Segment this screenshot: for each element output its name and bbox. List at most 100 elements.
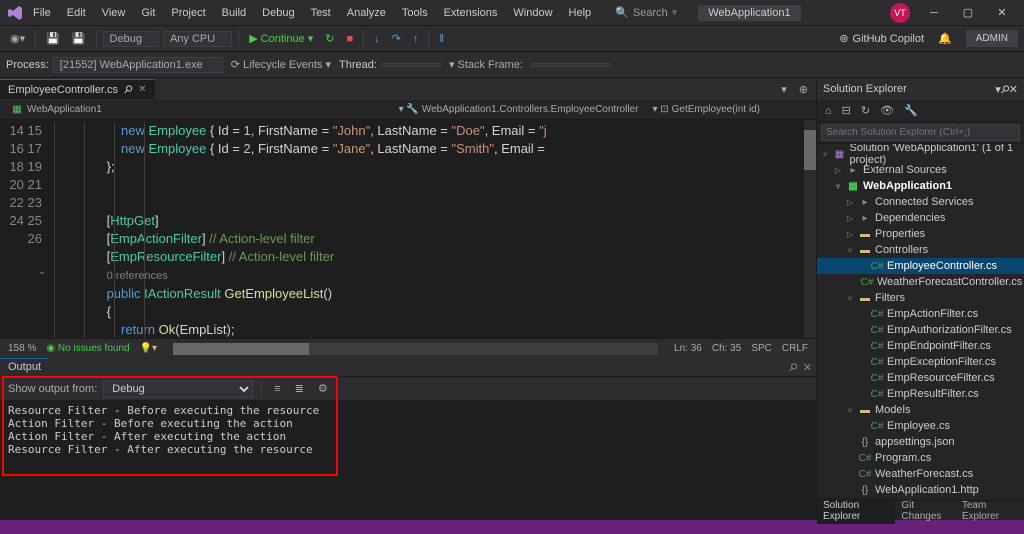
tree-item[interactable]: C#EmpResourceFilter.cs — [817, 370, 1024, 386]
debug-toolbar: Process: [21552] WebApplication1.exe ⟳ L… — [0, 52, 1024, 78]
preview-tab-icon[interactable]: ▾ — [777, 81, 791, 98]
menu-window[interactable]: Window — [506, 4, 559, 22]
editor-hscrollbar[interactable] — [173, 343, 658, 355]
zoom-level[interactable]: 158 % — [8, 343, 36, 354]
lightbulb-icon[interactable]: 💡▾ — [140, 343, 157, 354]
menu-extensions[interactable]: Extensions — [437, 4, 505, 22]
menu-build[interactable]: Build — [215, 4, 253, 22]
home-icon[interactable]: ⌂ — [821, 103, 836, 119]
tree-item[interactable]: C#EmployeeController.cs — [817, 258, 1024, 274]
tab-employee-controller[interactable]: EmployeeController.cs ⚲ ✕ — [0, 79, 155, 99]
save-button[interactable]: 💾 — [42, 30, 64, 47]
show-all-icon[interactable]: 👁 — [876, 102, 898, 119]
menu-help[interactable]: Help — [562, 4, 599, 22]
user-avatar[interactable]: VT — [890, 3, 910, 23]
step-into-button[interactable]: ↓ — [370, 31, 384, 47]
menu-analyze[interactable]: Analyze — [340, 4, 393, 22]
tab-overflow-icon[interactable]: ⊕ — [795, 81, 812, 98]
sync-icon[interactable]: ↻ — [857, 102, 874, 119]
tree-item[interactable]: C#WeatherForecastController.cs — [817, 274, 1024, 290]
stop-button[interactable]: ■ — [342, 31, 357, 47]
copilot-button[interactable]: ⊚ GitHub Copilot — [833, 29, 930, 48]
crumb-project[interactable]: ▦ WebApplication1 — [6, 102, 106, 118]
minimize-button[interactable]: ─ — [918, 1, 950, 25]
tree-item[interactable]: {}appsettings.json — [817, 434, 1024, 450]
output-source-dropdown[interactable]: Debug — [103, 380, 253, 398]
step-out-button[interactable]: ↑ — [409, 31, 423, 47]
fold-icon[interactable]: ⌄ — [38, 266, 46, 277]
close-window-button[interactable]: ✕ — [986, 1, 1018, 25]
lifecycle-events[interactable]: ⟳ Lifecycle Events ▾ — [227, 56, 335, 73]
thread-dropdown[interactable] — [381, 63, 441, 67]
close-panel-icon[interactable]: ✕ — [803, 361, 812, 374]
notifications-icon[interactable]: 🔔 — [934, 30, 956, 47]
output-settings-icon[interactable]: ⚙ — [314, 380, 332, 397]
step-over-button[interactable]: ↷ — [388, 30, 405, 47]
tree-item[interactable]: C#EmpEndpointFilter.cs — [817, 338, 1024, 354]
menu-git[interactable]: Git — [134, 4, 162, 22]
menu-file[interactable]: File — [26, 4, 58, 22]
process-dropdown[interactable]: [21552] WebApplication1.exe — [53, 57, 223, 73]
menu-tools[interactable]: Tools — [395, 4, 435, 22]
code-editor[interactable]: 14 15 16 17 18 19 20 21 22 23 24 25 26 ⌄… — [0, 120, 816, 338]
tab-solution-explorer[interactable]: Solution Explorer — [817, 498, 895, 524]
ref-icon: ▸ — [858, 211, 872, 225]
tree-item[interactable]: ▷▬Properties — [817, 226, 1024, 242]
tree-item[interactable]: ▿▬Filters — [817, 290, 1024, 306]
cursor-col: Ch: 35 — [712, 343, 741, 354]
tree-item[interactable]: {}WebApplication1.http — [817, 482, 1024, 498]
config-dropdown[interactable]: Debug — [103, 31, 159, 47]
cs-icon: C# — [870, 339, 884, 353]
line-gutter: 14 15 16 17 18 19 20 21 22 23 24 25 26 — [0, 120, 50, 338]
search-label: Search — [633, 7, 668, 19]
properties-icon[interactable]: 🔧 — [900, 102, 922, 119]
tree-item[interactable]: C#EmpExceptionFilter.cs — [817, 354, 1024, 370]
collapse-all-icon[interactable]: ⊟ — [838, 102, 855, 119]
nav-back-button[interactable]: ◉▾ — [6, 30, 29, 47]
solution-search-input[interactable] — [821, 124, 1020, 141]
search-box[interactable]: 🔍 Search ▾ — [608, 3, 684, 22]
tree-item[interactable]: C#EmpActionFilter.cs — [817, 306, 1024, 322]
pin-panel-icon[interactable]: ⚲ — [785, 360, 800, 375]
tree-item[interactable]: C#EmpAuthorizationFilter.cs — [817, 322, 1024, 338]
editor-pane: EmployeeController.cs ⚲ ✕ ▾ ⊕ ▦ WebAppli… — [0, 78, 816, 520]
output-text[interactable]: Resource Filter - Before executing the r… — [0, 400, 816, 520]
tree-item[interactable]: ▿▦WebApplication1 — [817, 178, 1024, 194]
crumb-class[interactable]: ▾ 🔧 WebApplication1.Controllers.Employee… — [395, 103, 643, 116]
menu-project[interactable]: Project — [164, 4, 212, 22]
tree-item[interactable]: C#EmpResultFilter.cs — [817, 386, 1024, 402]
issues-indicator[interactable]: ◉ No issues found — [46, 343, 129, 354]
crumb-method[interactable]: ▾ ⊡ GetEmployee(int id) — [648, 103, 764, 116]
tree-item[interactable]: C#WeatherForecast.cs — [817, 466, 1024, 482]
tree-item[interactable]: ▷▸Connected Services — [817, 194, 1024, 210]
pin-icon[interactable]: ⚲ — [121, 82, 136, 97]
menu-edit[interactable]: Edit — [60, 4, 93, 22]
tab-team-explorer[interactable]: Team Explorer — [956, 498, 1024, 524]
tree-item[interactable]: ▿▬Models — [817, 402, 1024, 418]
indent-mode: SPC — [751, 343, 772, 354]
menu-debug[interactable]: Debug — [255, 4, 301, 22]
maximize-button[interactable]: ▢ — [952, 1, 984, 25]
output-tab[interactable]: Output — [0, 358, 49, 376]
tree-item[interactable]: C#Employee.cs — [817, 418, 1024, 434]
tab-git-changes[interactable]: Git Changes — [895, 498, 955, 524]
platform-dropdown[interactable]: Any CPU — [163, 31, 232, 47]
search-icon: 🔍 — [615, 6, 629, 19]
tree-item[interactable]: C#Program.cs — [817, 450, 1024, 466]
menu-view[interactable]: View — [95, 4, 133, 22]
continue-button[interactable]: ▶ Continue ▾ — [245, 30, 317, 47]
restart-button[interactable]: ↻ — [321, 30, 338, 47]
tree-item[interactable]: ▿▬Controllers — [817, 242, 1024, 258]
pause-button[interactable]: ‖ — [435, 31, 448, 47]
tree-item[interactable]: ▷▸Dependencies — [817, 210, 1024, 226]
solution-root[interactable]: ▿▦ Solution 'WebApplication1' (1 of 1 pr… — [817, 146, 1024, 162]
clear-output-icon[interactable]: ≡ — [270, 381, 284, 397]
save-all-button[interactable]: 💾 — [68, 30, 90, 47]
cs-icon: C# — [860, 275, 874, 289]
close-tab-icon[interactable]: ✕ — [138, 84, 146, 95]
menu-test[interactable]: Test — [304, 4, 338, 22]
stackframe-dropdown[interactable] — [531, 63, 611, 67]
toggle-wrap-icon[interactable]: ≣ — [291, 380, 308, 397]
editor-vscrollbar[interactable] — [804, 120, 816, 338]
menubar: FileEditViewGitProjectBuildDebugTestAnal… — [0, 0, 1024, 26]
